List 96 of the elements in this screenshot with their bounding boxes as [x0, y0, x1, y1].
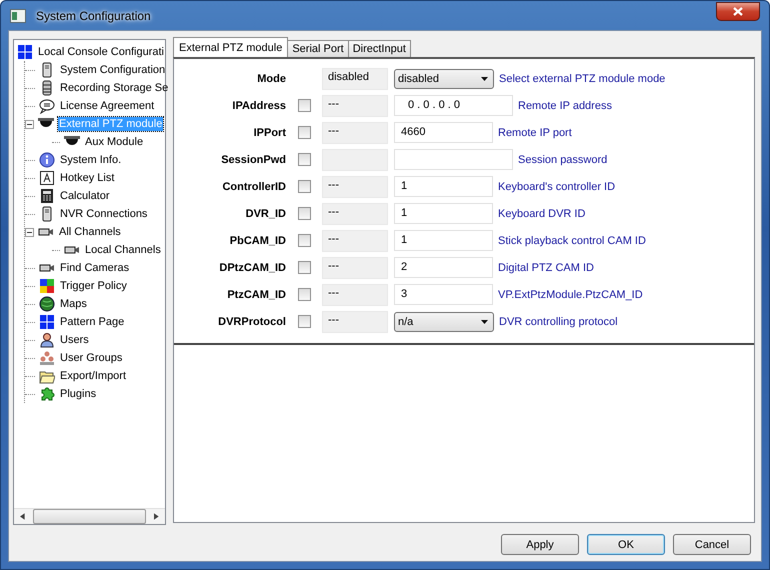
tree-item[interactable]: Recording Storage Se	[59, 81, 170, 95]
field-label: DVR_ID	[244, 208, 286, 220]
current-value-field: ---	[322, 230, 388, 252]
input-field[interactable]: 2	[394, 257, 493, 278]
collapse-icon[interactable]	[25, 120, 34, 128]
field-description: Remote IP port	[498, 126, 572, 138]
caret-icon	[481, 320, 488, 324]
tree-item[interactable]: Trigger Policy	[59, 279, 128, 293]
field-label: Mode	[256, 72, 286, 84]
field-description: VP.ExtPtzModule.PtzCAM_ID	[498, 288, 643, 300]
current-value-field: ---	[322, 310, 388, 332]
tree-item[interactable]: System Configuration	[59, 63, 166, 77]
current-value-field: ---	[322, 284, 388, 306]
checkbox[interactable]	[298, 207, 310, 220]
puzzle-piece-icon	[39, 386, 55, 402]
tree-item[interactable]: NVR Connections	[59, 207, 148, 221]
tab[interactable]: External PTZ module	[173, 37, 288, 57]
field-description: Session password	[518, 154, 608, 166]
field-label: IPPort	[252, 126, 286, 138]
key-cap-icon	[39, 170, 55, 186]
grid-icon	[17, 44, 33, 60]
tree-item[interactable]: Hotkey List	[59, 171, 116, 185]
tree-item[interactable]: All Channels	[58, 225, 122, 239]
input-field[interactable]: 4660	[394, 122, 493, 143]
horizontal-scrollbar[interactable]	[14, 508, 165, 524]
input-field[interactable]: 1	[394, 176, 493, 197]
input-field[interactable]: 1	[394, 230, 493, 251]
field-description: Keyboard's controller ID	[498, 180, 616, 192]
field-description: Remote IP address	[518, 100, 612, 112]
current-value-field: ---	[322, 176, 388, 198]
tab[interactable]: DirectInput	[348, 40, 411, 57]
tree-item[interactable]: Find Cameras	[59, 261, 130, 275]
dialog-button[interactable]: Apply	[501, 534, 579, 555]
user-icon	[39, 332, 55, 348]
current-value-field: ---	[322, 94, 388, 116]
current-value-field: disabled	[322, 68, 388, 90]
scroll-left-icon[interactable]	[20, 513, 25, 520]
tree-item[interactable]: System Info.	[59, 153, 122, 167]
checkbox[interactable]	[298, 99, 310, 112]
info-icon	[39, 152, 55, 168]
tree-item[interactable]: License Agreement	[59, 99, 156, 113]
window-title: System Configuration	[35, 8, 152, 22]
dropdown[interactable]: disabled	[394, 68, 494, 88]
field-description: DVR controlling protocol	[499, 316, 618, 328]
tree-item[interactable]: Pattern Page	[59, 315, 126, 329]
collapse-icon[interactable]	[25, 228, 34, 236]
dialog-button[interactable]: OK	[587, 534, 665, 555]
scrollbar-thumb[interactable]	[32, 509, 146, 524]
checkbox[interactable]	[298, 288, 310, 301]
ip-address-field[interactable]: 0 . 0 . 0 . 0	[394, 95, 513, 116]
current-value-field: ---	[322, 122, 388, 144]
field-label: PbCAM_ID	[228, 234, 286, 246]
tree-item[interactable]: Users	[59, 333, 90, 347]
calculator-icon	[39, 188, 55, 204]
field-description: Stick playback control CAM ID	[498, 234, 646, 246]
checkbox[interactable]	[298, 234, 310, 247]
scroll-right-icon[interactable]	[154, 513, 159, 520]
input-field[interactable]: 3	[394, 284, 493, 305]
user-group-icon	[39, 350, 55, 366]
tree-item[interactable]: Local Console Configurati	[37, 45, 165, 59]
tab[interactable]: Serial Port	[287, 40, 349, 57]
speech-bubble-icon	[39, 98, 55, 114]
tree-item[interactable]: User Groups	[59, 351, 124, 365]
field-label: SessionPwd	[220, 154, 286, 166]
checkbox[interactable]	[298, 180, 310, 193]
field-label: DVRProtocol	[217, 316, 286, 328]
dialog-button[interactable]: Cancel	[673, 534, 751, 555]
dropdown[interactable]: n/a	[394, 312, 494, 332]
tree-item[interactable]: Calculator	[59, 189, 111, 203]
field-description: Digital PTZ CAM ID	[498, 262, 594, 274]
close-icon	[733, 7, 743, 16]
caret-icon	[481, 76, 488, 80]
tree-item[interactable]: Local Channels	[84, 243, 162, 257]
field-label: IPAddress	[231, 100, 286, 112]
tree-item[interactable]: Plugins	[59, 387, 98, 401]
checkbox[interactable]	[298, 315, 310, 328]
field-label: DPtzCAM_ID	[218, 262, 286, 274]
input-field[interactable]: 1	[394, 203, 493, 224]
tree-item[interactable]: Export/Import	[59, 369, 128, 383]
current-value-field: ---	[322, 256, 388, 278]
field-description: Keyboard DVR ID	[498, 208, 586, 220]
field-description: Select external PTZ module mode	[499, 72, 666, 84]
tree-item[interactable]: Aux Module	[84, 135, 144, 149]
grid-icon	[39, 314, 55, 330]
field-label: ControllerID	[221, 180, 286, 192]
current-value-field: ---	[322, 202, 388, 224]
color-squares-icon	[39, 278, 55, 294]
password-field[interactable]	[394, 149, 513, 170]
checkbox[interactable]	[298, 126, 310, 139]
window-icon	[10, 8, 26, 22]
checkbox[interactable]	[298, 153, 310, 166]
checkbox[interactable]	[298, 261, 310, 274]
field-label: PtzCAM_ID	[226, 288, 286, 300]
tree-item[interactable]: Maps	[59, 297, 88, 311]
close-button[interactable]	[716, 2, 760, 21]
globe-icon	[39, 296, 55, 312]
